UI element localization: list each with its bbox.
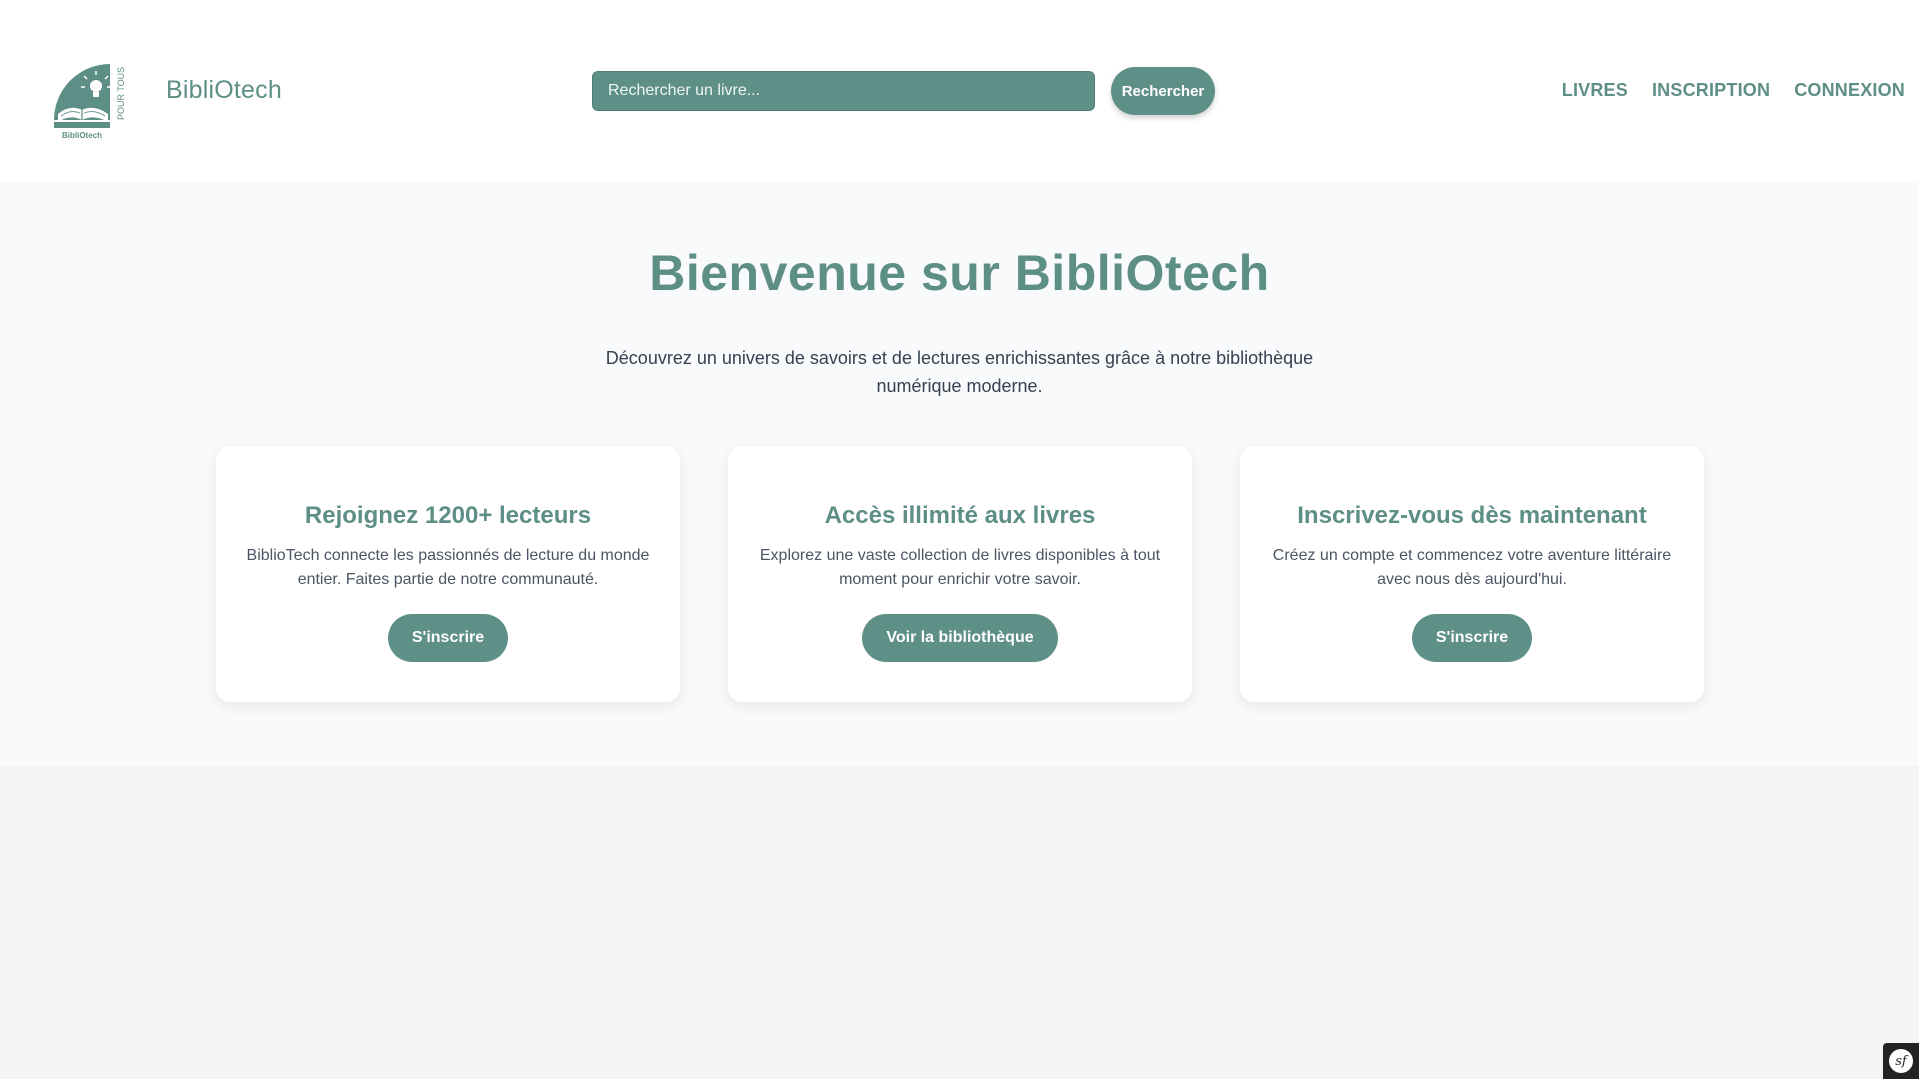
page-title: Bienvenue sur BibliOtech	[649, 245, 1270, 301]
signup-button[interactable]: S'inscrire	[387, 614, 509, 662]
card-title: Inscrivez-vous dès maintenant	[1297, 502, 1647, 529]
hero-section: Bienvenue sur BibliOtech Découvrez un un…	[0, 182, 1919, 766]
symfony-icon: sf	[1889, 1049, 1913, 1073]
card-text: BiblioTech connecte les passionnés de le…	[246, 547, 650, 588]
feature-card-books: Accès illimité aux livres Explorez une v…	[728, 446, 1192, 702]
card-title: Accès illimité aux livres	[824, 502, 1096, 529]
card-title: Rejoignez 1200+ lecteurs	[304, 502, 592, 529]
view-library-button[interactable]: Voir la bibliothèque	[862, 614, 1058, 662]
nav-link-inscription[interactable]: INSCRIPTION	[1652, 80, 1770, 101]
logo-side-text: POUR TOUS	[116, 67, 126, 120]
card-text: Explorez une vaste collection de livres …	[759, 547, 1161, 588]
brand-name[interactable]: BibliOtech	[166, 76, 282, 105]
logo-link[interactable]: BibliOtech POUR TOUS	[52, 62, 132, 142]
feature-card-signup: Inscrivez-vous dès maintenant Créez un c…	[1240, 446, 1704, 702]
signup-button[interactable]: S'inscrire	[1411, 614, 1533, 662]
search-input[interactable]	[592, 71, 1095, 111]
hero-subtitle: Découvrez un univers de savoirs et de le…	[605, 348, 1314, 396]
nav-link-livres[interactable]: LIVRES	[1562, 80, 1628, 101]
main-nav: LIVRES INSCRIPTION CONNEXION	[1562, 80, 1905, 101]
logo-icon: BibliOtech POUR TOUS	[54, 64, 126, 140]
symfony-toolbar-toggle[interactable]: sf	[1883, 1043, 1919, 1079]
feature-card-readers: Rejoignez 1200+ lecteurs BiblioTech conn…	[216, 446, 680, 702]
card-text: Créez un compte et commencez votre avent…	[1272, 547, 1672, 588]
search-button[interactable]: Rechercher	[1111, 67, 1215, 115]
site-header: BibliOtech POUR TOUS BibliOtech Recherch…	[0, 0, 1919, 182]
nav-link-connexion[interactable]: CONNEXION	[1794, 80, 1905, 101]
logo-caption: BibliOtech	[62, 131, 102, 140]
